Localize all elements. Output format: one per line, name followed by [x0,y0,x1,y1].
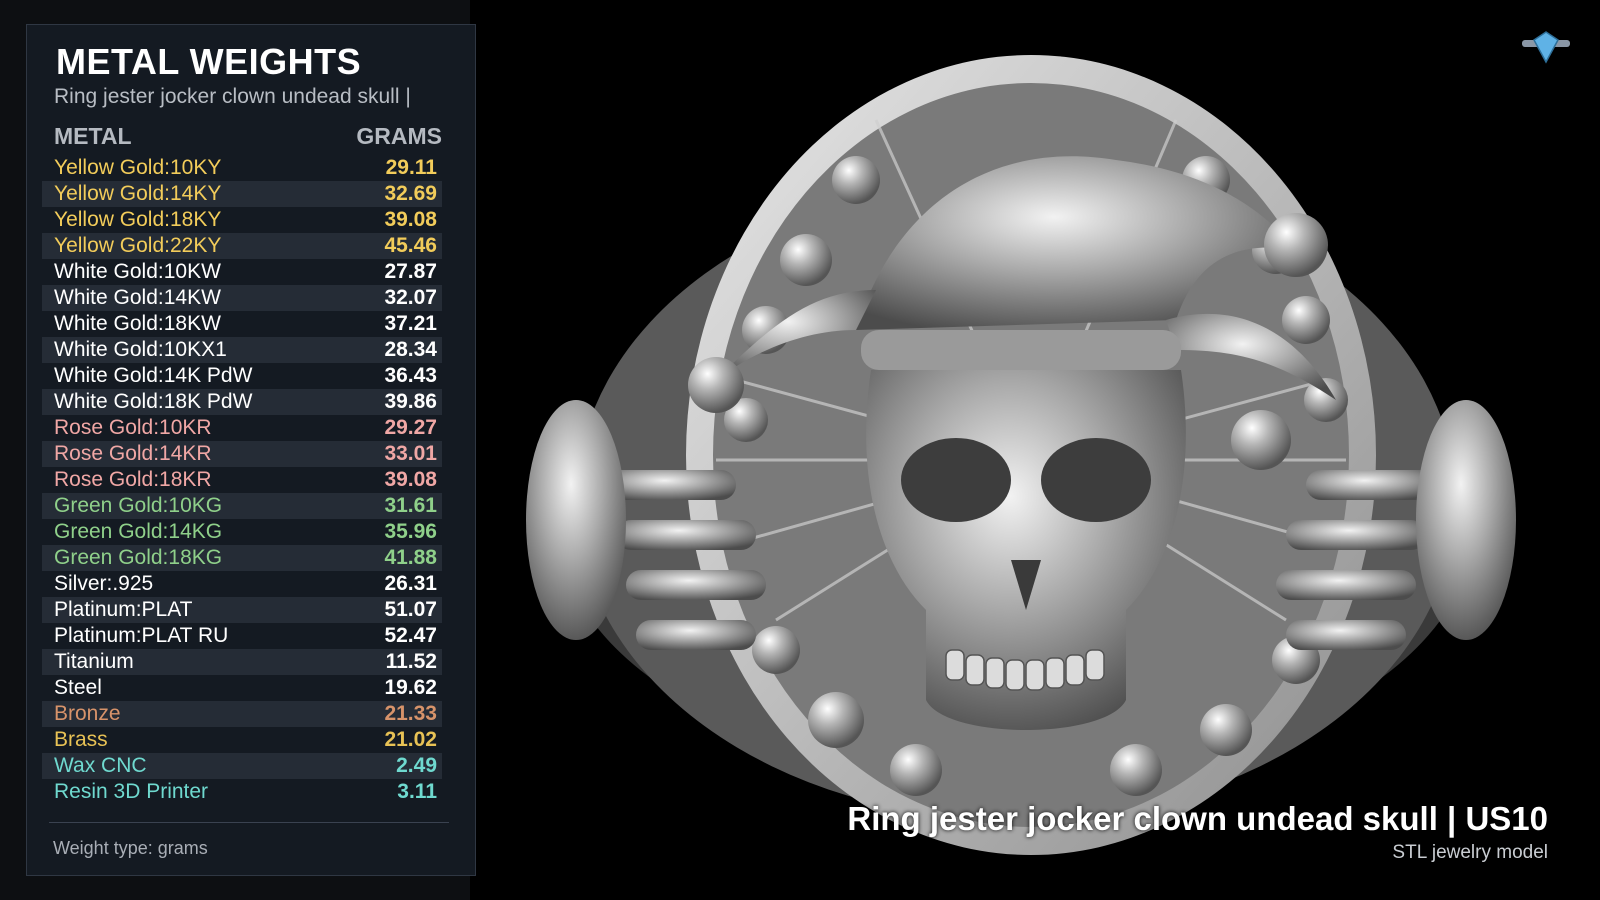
metal-name: Rose Gold:10KR [54,416,212,439]
metal-name: Platinum:PLAT [54,598,193,621]
metal-name: Steel [54,676,102,699]
table-row: Yellow Gold:14KY 32.69 [42,181,442,207]
table-row: White Gold:10KX1 28.34 [42,337,442,363]
table-row: Yellow Gold:10KY 29.11 [42,155,442,181]
model-title: Ring jester jocker clown undead skull | … [847,800,1548,837]
table-row: White Gold:18K PdW 39.86 [42,389,442,415]
metal-grams: 27.87 [384,260,437,283]
model-viewport[interactable]: Ring jester jocker clown undead skull | … [476,0,1600,900]
metal-name: Green Gold:10KG [54,494,223,517]
metal-name: White Gold:18K PdW [54,390,253,413]
metal-grams: 51.07 [384,598,437,621]
metal-name: White Gold:10KW [54,260,221,283]
table-row: Resin 3D Printer 3.11 [42,779,442,805]
metal-grams: 39.08 [384,208,437,231]
table-row: Green Gold:18KG 41.88 [42,545,442,571]
metal-grams: 32.69 [384,182,437,205]
metal-grams: 11.52 [385,650,437,673]
column-header-metal: METAL [54,123,132,149]
metal-name: Titanium [54,650,134,673]
table-row: Green Gold:10KG 31.61 [42,493,442,519]
metal-name: Platinum:PLAT RU [54,624,229,647]
metal-grams: 32.07 [384,286,437,309]
table-row: White Gold:14K PdW 36.43 [42,363,442,389]
metal-grams: 39.86 [384,390,437,413]
table-row: Rose Gold:10KR 29.27 [42,415,442,441]
metal-name: Resin 3D Printer [54,780,209,803]
metal-grams: 52.47 [384,624,437,647]
metal-name: Yellow Gold:10KY [54,156,222,179]
metal-name: Rose Gold:18KR [54,468,212,491]
table-row: Yellow Gold:18KY 39.08 [42,207,442,233]
table-row: Brass 21.02 [42,727,442,753]
table-row: Yellow Gold:22KY 45.46 [42,233,442,259]
table-header: METAL GRAMS [42,123,442,153]
ring-model-render [526,55,1516,855]
table-row: Wax CNC 2.49 [42,753,442,779]
metal-grams: 45.46 [384,234,437,257]
diamond-ring-icon [1522,31,1570,64]
metal-name: Yellow Gold:18KY [54,208,222,231]
divider [49,822,449,823]
table-row: Rose Gold:18KR 39.08 [42,467,442,493]
metal-grams: 28.34 [384,338,437,361]
metal-name: Green Gold:14KG [54,520,223,543]
metal-grams: 37.21 [384,312,437,335]
table-row: Rose Gold:14KR 33.01 [42,441,442,467]
panel-subtitle: Ring jester jocker clown undead skull | [54,85,411,108]
metal-grams: 21.33 [384,702,437,725]
metal-grams: 21.02 [384,728,437,751]
weight-type-note: Weight type: grams [53,838,208,858]
metal-grams: 35.96 [384,520,437,543]
table-row: White Gold:18KW 37.21 [42,311,442,337]
metal-name: Silver:.925 [54,572,154,595]
table-row: Platinum:PLAT 51.07 [42,597,442,623]
metal-name: Yellow Gold:14KY [54,182,222,205]
metal-weights-table: Yellow Gold:10KY 29.11 Yellow Gold:14KY 32.… [42,155,442,805]
metal-name: Green Gold:18KG [54,546,223,569]
metal-grams: 41.88 [384,546,437,569]
table-row: Platinum:PLAT RU 52.47 [42,623,442,649]
metal-grams: 39.08 [384,468,437,491]
metal-grams: 19.62 [384,676,437,699]
table-row: White Gold:10KW 27.87 [42,259,442,285]
table-row: Silver:.925 26.31 [42,571,442,597]
metal-name: Brass [54,728,108,751]
metal-name: White Gold:14KW [54,286,221,309]
metal-name: White Gold:10KX1 [54,338,227,361]
metal-weights-panel: METAL WEIGHTS Ring jester jocker clown u… [26,24,476,876]
panel-title: METAL WEIGHTS [56,41,362,82]
table-row: Green Gold:14KG 35.96 [42,519,442,545]
metal-grams: 31.61 [384,494,437,517]
metal-name: Yellow Gold:22KY [54,234,222,257]
metal-name: White Gold:18KW [54,312,221,335]
metal-grams: 29.11 [385,156,437,179]
metal-name: White Gold:14K PdW [54,364,253,387]
metal-grams: 36.43 [384,364,437,387]
metal-grams: 33.01 [384,442,437,465]
metal-name: Bronze [54,702,121,725]
metal-name: Wax CNC [54,754,147,777]
metal-grams: 3.11 [397,780,437,803]
metal-grams: 29.27 [384,416,437,439]
metal-name: Rose Gold:14KR [54,442,212,465]
model-subtitle: STL jewelry model [1392,842,1548,863]
metal-grams: 2.49 [396,754,437,777]
table-row: Steel 19.62 [42,675,442,701]
table-row: Titanium 11.52 [42,649,442,675]
table-row: Bronze 21.33 [42,701,442,727]
table-row: White Gold:14KW 32.07 [42,285,442,311]
column-header-grams: GRAMS [356,123,442,149]
metal-grams: 26.31 [384,572,437,595]
